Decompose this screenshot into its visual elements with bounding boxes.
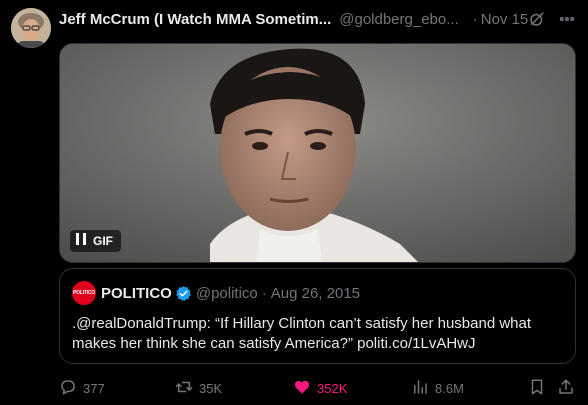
gif-media[interactable]: GIF	[59, 43, 576, 263]
repost-icon	[175, 378, 193, 399]
quoted-header-separator: ·	[261, 284, 267, 302]
reply-count: 377	[83, 380, 105, 396]
gif-label: GIF	[93, 234, 113, 248]
header-actions	[526, 8, 578, 30]
bookmark-icon	[528, 378, 546, 399]
quoted-post-date[interactable]: Aug 26, 2015	[271, 285, 360, 302]
quoted-author-avatar[interactable]: POLITICO	[72, 281, 96, 305]
bookmark-button[interactable]	[528, 376, 546, 400]
quoted-post-header: POLITICO POLITICO @politico · Aug 26, 20…	[72, 281, 360, 305]
like-count: 352K	[317, 380, 348, 396]
pause-icon	[76, 232, 86, 250]
heart-filled-icon	[293, 378, 311, 399]
quoted-post-text: .@realDonaldTrump: “If Hillary Clinton c…	[72, 315, 532, 352]
author-name[interactable]: Jeff McCrum (I Watch MMA Sometim...	[59, 11, 331, 28]
quoted-author-name[interactable]: POLITICO	[101, 285, 172, 302]
author-handle[interactable]: @goldberg_ebo...	[339, 11, 458, 28]
post-header: Jeff McCrum (I Watch MMA Sometim... @gol…	[59, 8, 578, 30]
header-separator: ·	[472, 10, 478, 28]
more-icon[interactable]	[556, 8, 578, 30]
gif-badge[interactable]: GIF	[70, 230, 121, 252]
post-date[interactable]: Nov 15	[481, 11, 529, 28]
view-count: 8.6M	[435, 380, 464, 396]
quoted-author-handle[interactable]: @politico	[196, 285, 258, 302]
author-avatar[interactable]	[11, 8, 51, 48]
repost-button[interactable]: 35K	[175, 376, 222, 400]
verified-badge-icon	[175, 285, 192, 302]
grok-icon[interactable]	[526, 8, 548, 30]
like-button[interactable]: 352K	[293, 376, 347, 400]
views-button[interactable]: 8.6M	[411, 376, 464, 400]
repost-count: 35K	[199, 380, 223, 396]
views-icon	[411, 378, 429, 399]
politico-logo: POLITICO	[72, 290, 95, 296]
gif-frame-image	[60, 44, 575, 262]
action-bar: 377 35K 352K 8.6M	[59, 376, 578, 400]
reply-button[interactable]: 377	[59, 376, 105, 400]
share-button[interactable]	[557, 376, 575, 400]
share-icon	[557, 378, 575, 399]
quoted-post[interactable]: POLITICO POLITICO @politico · Aug 26, 20…	[59, 268, 576, 364]
reply-icon	[59, 378, 77, 399]
